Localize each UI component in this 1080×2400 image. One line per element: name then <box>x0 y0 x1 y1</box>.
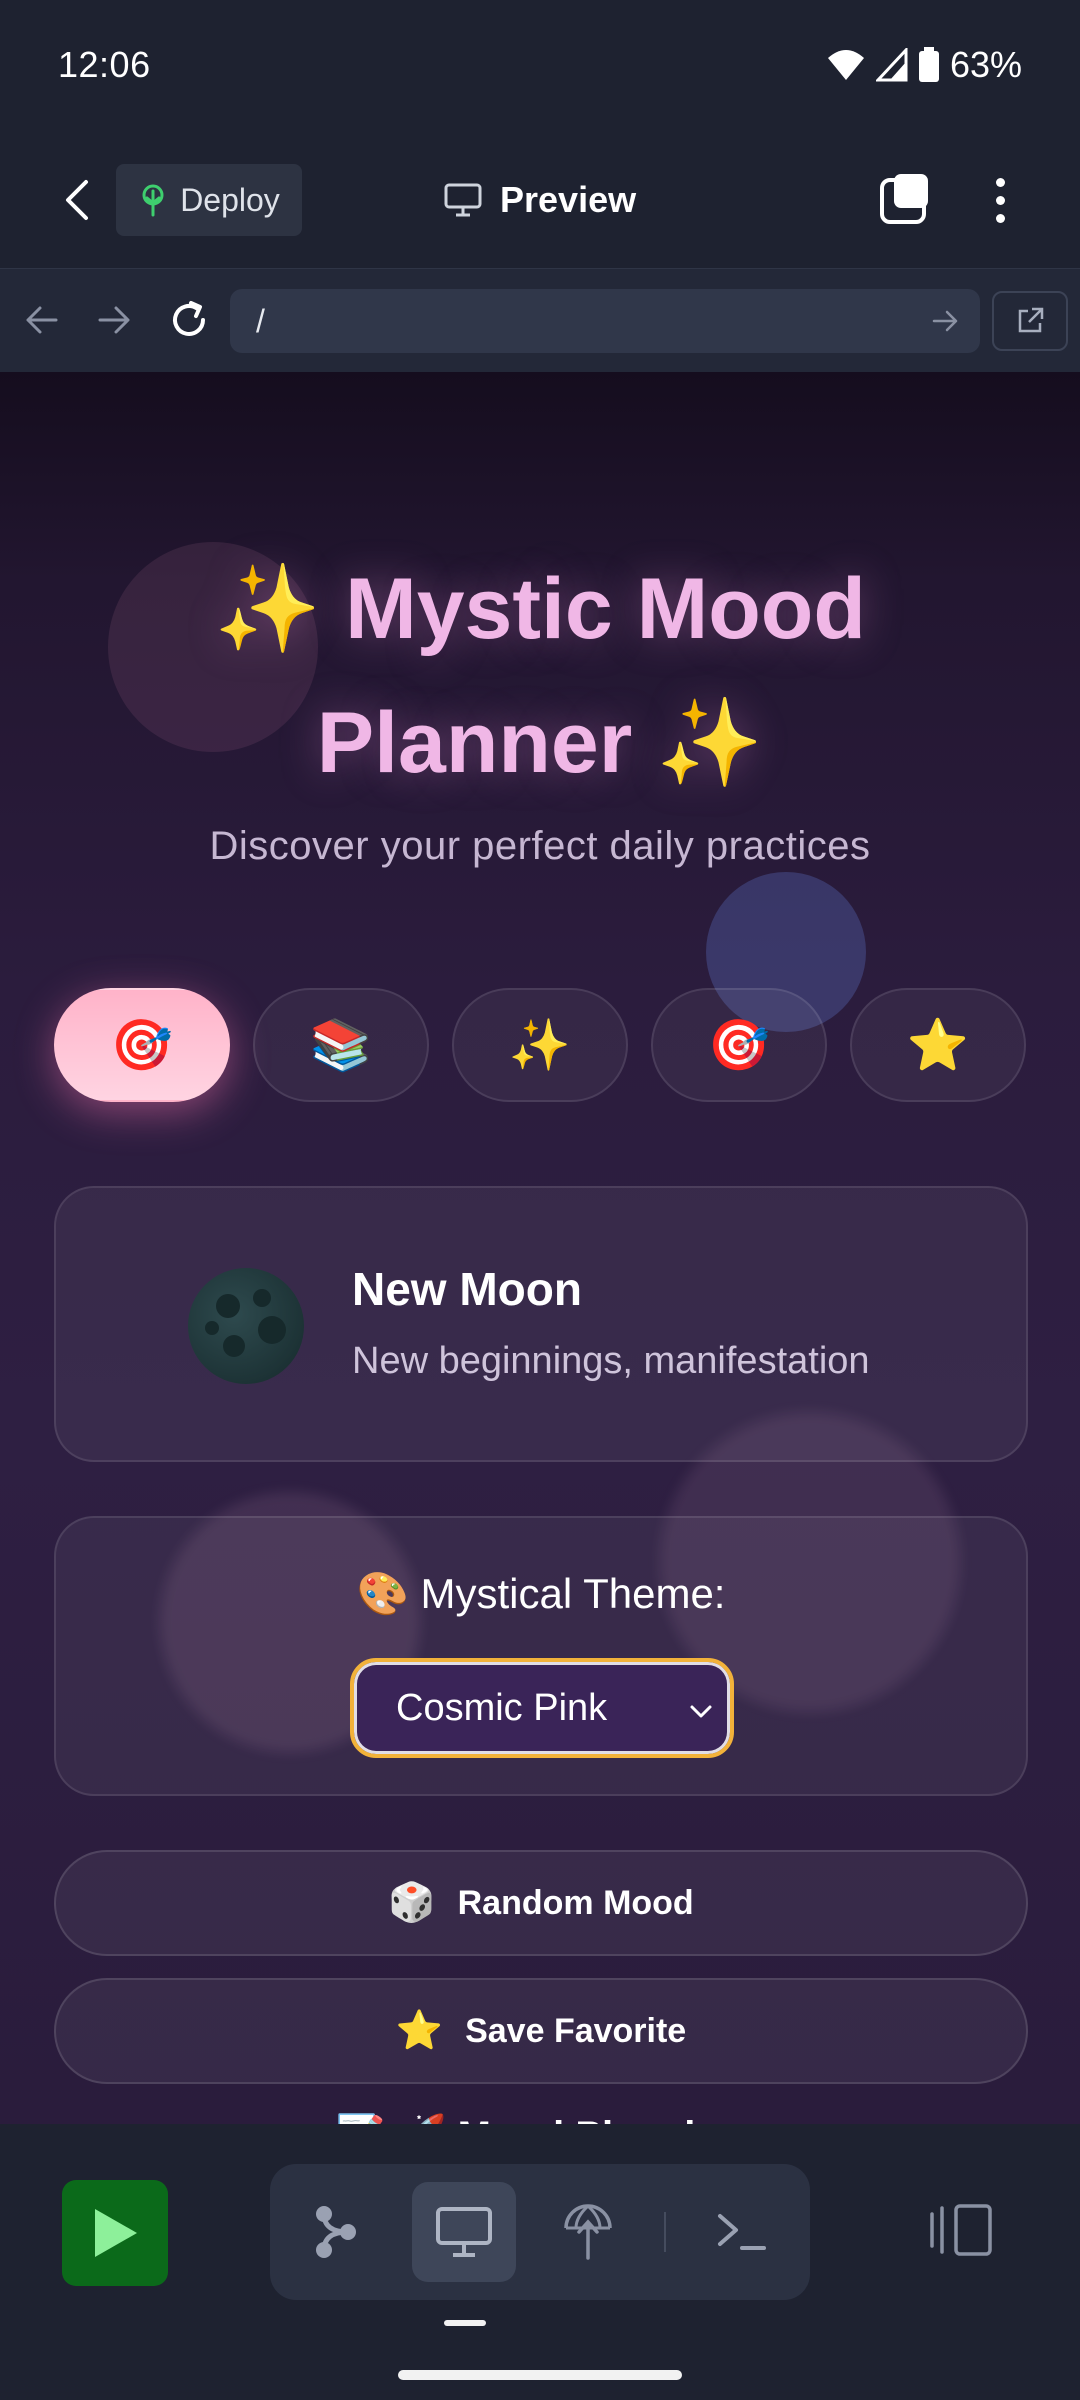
dot-icon <box>995 177 1005 187</box>
app-header: Deploy Preview <box>0 130 1080 268</box>
deploy-icon <box>142 184 164 217</box>
random-mood-button[interactable]: 🎲 Random Mood <box>54 1850 1028 1956</box>
git-tool-button[interactable] <box>284 2182 388 2282</box>
target-icon: 🎯 <box>110 1016 174 1073</box>
save-favorite-button[interactable]: ⭐ Save Favorite <box>54 1978 1028 2084</box>
moon-phase-description: New beginnings, manifestation <box>352 1340 870 1382</box>
monitor-icon <box>436 2207 492 2257</box>
page-subtitle: Discover your perfect daily practices <box>209 824 871 868</box>
terminal-icon <box>718 2214 766 2250</box>
bottom-toolbar <box>0 2124 1080 2400</box>
external-link-icon <box>1018 307 1044 333</box>
status-time: 12:06 <box>58 44 151 85</box>
moon-phase-name: New Moon <box>352 1263 582 1315</box>
run-button[interactable] <box>62 2180 168 2286</box>
dot-icon <box>995 213 1005 223</box>
theme-select[interactable]: Cosmic Pink <box>350 1658 734 1758</box>
theme-card: 🎨 Mystical Theme: Cosmic Pink <box>54 1516 1028 1796</box>
url-text: / <box>256 302 265 339</box>
reload-icon <box>173 301 205 336</box>
battery-icon <box>918 47 940 83</box>
dot-icon <box>995 195 1005 205</box>
arrow-left-icon <box>26 306 58 334</box>
battery-percent: 63% <box>949 44 1022 85</box>
signal-icon <box>875 48 908 82</box>
chevron-left-icon <box>66 180 88 220</box>
open-external-button[interactable] <box>992 291 1068 351</box>
browser-back-button[interactable] <box>16 295 66 345</box>
next-section-heading: 📝 🚀 Mood Planning <box>0 2112 1080 2124</box>
globe-icon <box>564 2204 612 2260</box>
new-moon-icon <box>188 1268 304 1384</box>
branch-icon <box>316 2206 356 2258</box>
star-icon: ⭐ <box>906 1016 970 1073</box>
preview-title-text: Preview <box>500 179 637 220</box>
preview-tool-button[interactable] <box>412 2182 516 2282</box>
layout-toggle-button[interactable] <box>928 2200 998 2260</box>
sparkles-icon: ✨ <box>508 1016 572 1073</box>
random-mood-label: Random Mood <box>457 1883 694 1922</box>
shell-tool-button[interactable] <box>690 2182 794 2282</box>
mood-tab-goals[interactable]: 🎯 <box>651 988 827 1102</box>
status-bar: 12:06 63% <box>0 0 1080 130</box>
active-tool-indicator <box>444 2320 486 2326</box>
dice-icon: 🎲 <box>388 1882 436 1924</box>
tool-group <box>270 2164 810 2300</box>
split-layout-icon <box>930 2204 992 2256</box>
save-favorite-label: Save Favorite <box>465 2011 687 2050</box>
preview-title: Preview <box>444 170 636 230</box>
tabs-button[interactable] <box>878 170 934 226</box>
books-icon: 📚 <box>309 1016 373 1073</box>
play-icon <box>95 2209 137 2257</box>
reload-button[interactable] <box>164 295 214 345</box>
mood-tab-sparkles[interactable]: ✨ <box>452 988 628 1102</box>
browser-forward-button[interactable] <box>90 295 140 345</box>
mood-tab-favorites[interactable]: ⭐ <box>850 988 1026 1102</box>
more-menu-button[interactable] <box>980 170 1020 230</box>
home-indicator[interactable] <box>398 2370 682 2380</box>
status-icons: 63% <box>826 44 1022 86</box>
arrow-right-icon <box>98 306 130 334</box>
theme-selected-value: Cosmic Pink <box>396 1686 608 1729</box>
deploy-label: Deploy <box>180 181 280 218</box>
mood-tabs: 🎯 📚 ✨ 🎯 ⭐ <box>54 988 1028 1104</box>
tabs-icon <box>880 174 928 224</box>
toolbar-divider <box>664 2212 666 2252</box>
star-icon: ⭐ <box>395 2010 444 2052</box>
network-tool-button[interactable] <box>536 2182 640 2282</box>
go-arrow-icon[interactable] <box>930 305 962 337</box>
url-input[interactable]: / <box>230 289 980 353</box>
theme-label: 🎨 Mystical Theme: <box>356 1570 726 1617</box>
deploy-button[interactable]: Deploy <box>116 164 302 236</box>
target-icon: 🎯 <box>707 1016 771 1073</box>
moon-phase-card: New Moon New beginnings, manifestation <box>54 1186 1028 1462</box>
mood-tab-books[interactable]: 📚 <box>253 988 429 1102</box>
mood-tab-target[interactable]: 🎯 <box>54 988 230 1102</box>
back-button[interactable] <box>52 172 102 228</box>
wifi-icon <box>826 48 866 82</box>
browser-bar: / <box>0 268 1080 372</box>
chevron-down-icon <box>690 1705 712 1718</box>
page-title: ✨ Mystic Mood Planner ✨ <box>214 561 866 791</box>
monitor-icon <box>444 183 482 217</box>
web-preview: ✨ Mystic Mood Planner ✨ Discover your pe… <box>0 372 1080 2124</box>
